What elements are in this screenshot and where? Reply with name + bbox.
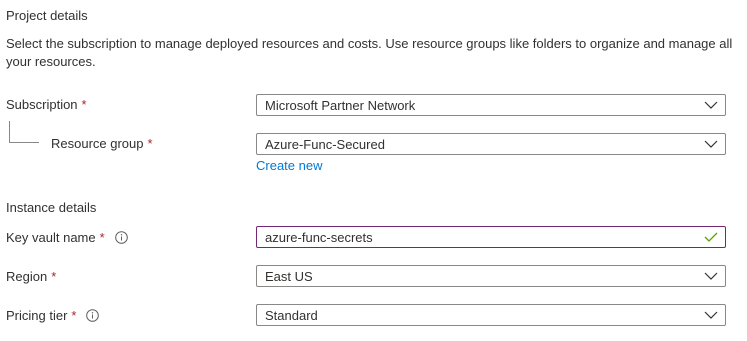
pricing-tier-dropdown[interactable]: Standard — [256, 304, 726, 326]
region-dropdown[interactable]: East US — [256, 265, 726, 287]
info-icon[interactable] — [114, 231, 128, 244]
subscription-value: Microsoft Partner Network — [265, 97, 416, 113]
required-asterisk: * — [81, 97, 87, 112]
project-details-description: Select the subscription to manage deploy… — [6, 36, 733, 69]
region-value: East US — [265, 268, 313, 284]
pricing-tier-value: Standard — [265, 307, 318, 323]
project-details-heading: Project details — [6, 8, 88, 23]
key-vault-name-value: azure-func-secrets — [265, 229, 373, 245]
tree-connector-vertical — [9, 121, 10, 142]
resource-group-label-text: Resource group — [51, 136, 144, 151]
chevron-down-icon — [703, 268, 719, 284]
chevron-down-icon — [703, 307, 719, 323]
pricing-tier-label-text: Pricing tier — [6, 308, 68, 323]
tree-connector-horizontal — [9, 142, 39, 143]
required-asterisk: * — [71, 308, 77, 323]
region-label-text: Region — [6, 269, 48, 284]
checkmark-icon — [703, 229, 719, 245]
pricing-tier-label: Pricing tier * — [6, 308, 100, 323]
required-asterisk: * — [99, 230, 105, 245]
chevron-down-icon — [703, 97, 719, 113]
required-asterisk: * — [51, 269, 57, 284]
instance-details-heading: Instance details — [6, 200, 97, 215]
subscription-label: Subscription * — [6, 97, 87, 112]
chevron-down-icon — [703, 136, 719, 152]
create-new-resource-group-link[interactable]: Create new — [256, 158, 322, 173]
resource-group-value: Azure-Func-Secured — [265, 136, 385, 152]
region-label: Region * — [6, 269, 56, 284]
resource-group-label: Resource group * — [51, 136, 153, 151]
subscription-dropdown[interactable]: Microsoft Partner Network — [256, 94, 726, 116]
key-vault-name-label-text: Key vault name — [6, 230, 96, 245]
subscription-label-text: Subscription — [6, 97, 78, 112]
key-vault-name-input[interactable]: azure-func-secrets — [256, 226, 726, 248]
key-vault-name-label: Key vault name * — [6, 230, 128, 245]
info-icon[interactable] — [86, 309, 100, 322]
required-asterisk: * — [147, 136, 153, 151]
resource-group-dropdown[interactable]: Azure-Func-Secured — [256, 133, 726, 155]
